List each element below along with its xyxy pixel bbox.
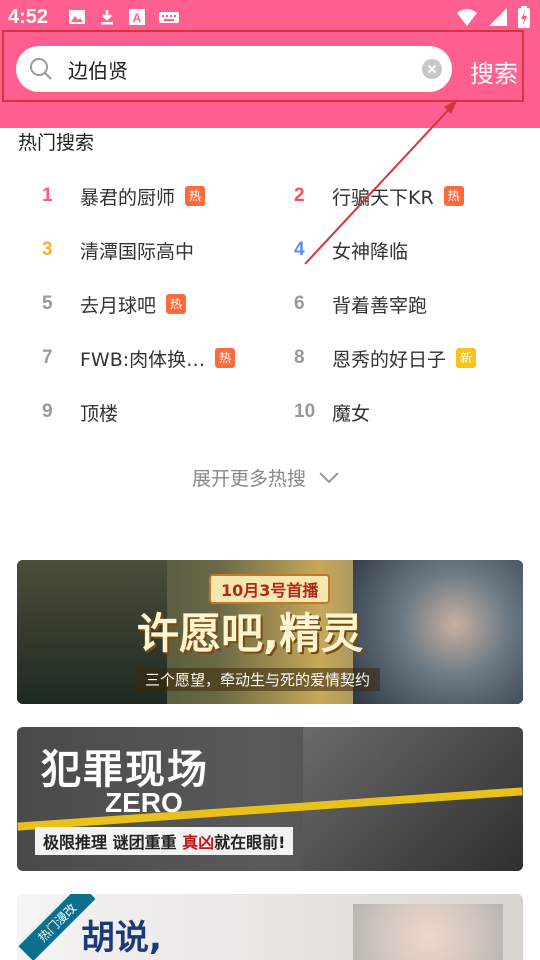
annotation-arrow (304, 99, 458, 265)
